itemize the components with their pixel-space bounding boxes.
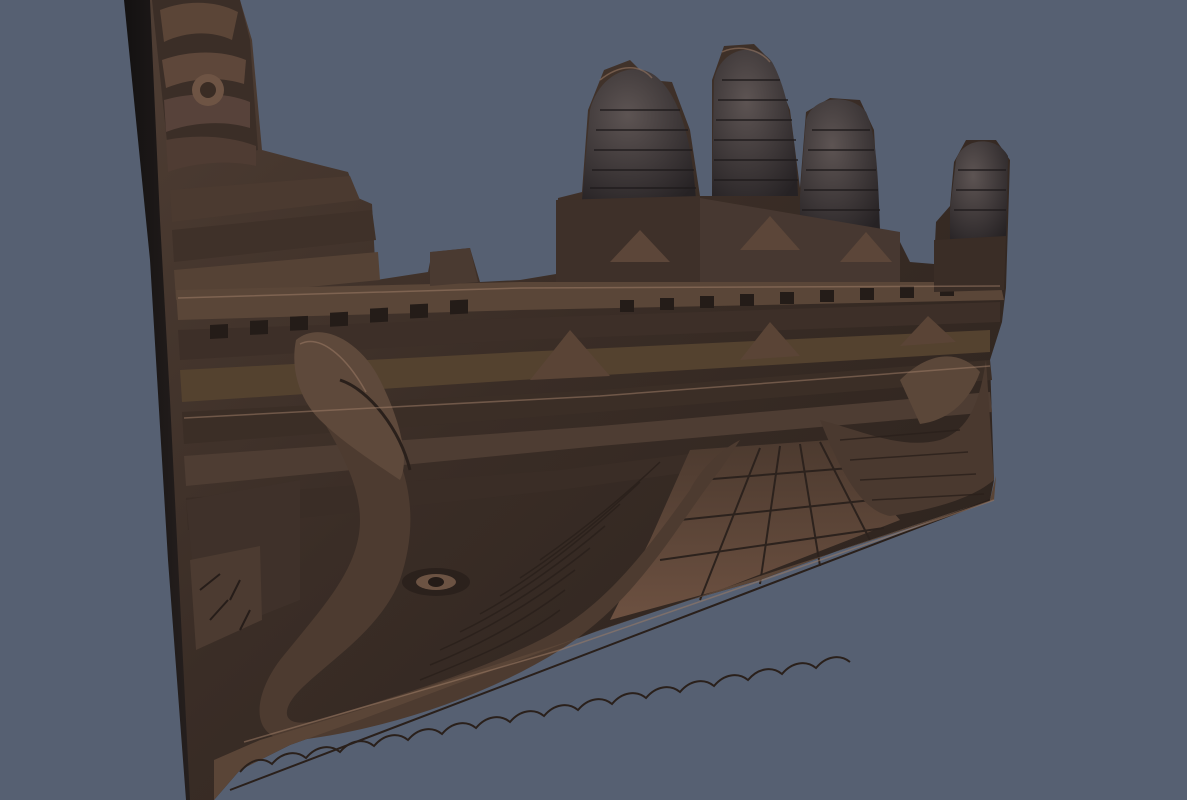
3d-viewport[interactable] — [0, 0, 1187, 800]
eye-motif — [402, 568, 470, 596]
left-tower — [152, 0, 258, 172]
left-roof-tiers — [170, 176, 380, 300]
relief-render — [0, 0, 1187, 800]
